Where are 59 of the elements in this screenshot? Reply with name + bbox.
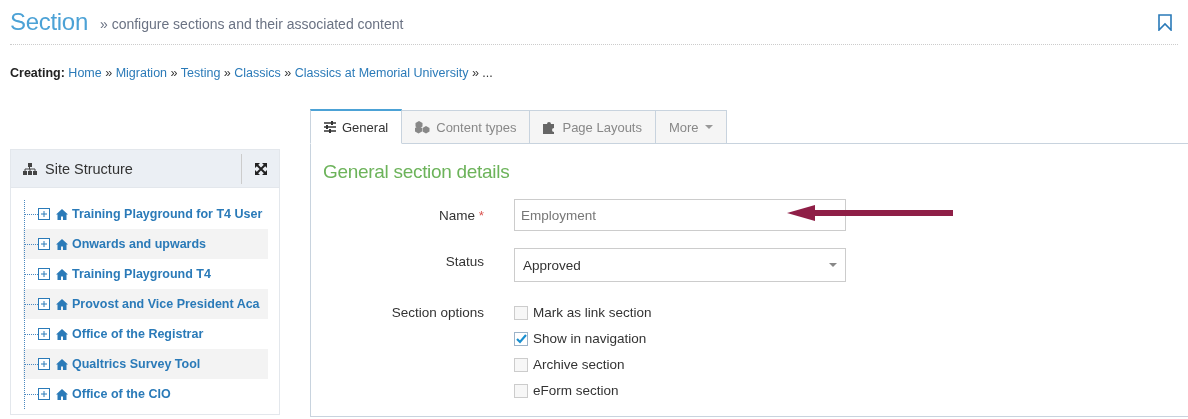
field-label: Name * xyxy=(437,207,485,223)
breadcrumb-ellipsis: ... xyxy=(482,66,493,80)
checkbox-label: Show in navigation xyxy=(533,331,647,346)
tree-item[interactable]: Office of the CIO xyxy=(72,387,171,401)
checkbox[interactable] xyxy=(514,331,528,346)
field-label: Section options xyxy=(390,305,485,320)
breadcrumb-separator: » xyxy=(284,66,292,80)
puzzle-icon xyxy=(543,120,557,134)
breadcrumb-link[interactable]: Classics at Memorial University xyxy=(294,66,469,80)
breadcrumb-separator: » xyxy=(105,66,113,80)
home-icon xyxy=(56,328,68,340)
sliders-icon xyxy=(324,121,336,133)
tree-item[interactable]: Office of the Registrar xyxy=(72,327,204,341)
home-icon xyxy=(56,298,68,310)
tree-item[interactable]: Training Playground T4 xyxy=(72,267,211,281)
bookmark-icon[interactable] xyxy=(1158,13,1172,31)
breadcrumb-separator: » xyxy=(471,66,479,80)
breadcrumb-separator: » xyxy=(223,66,231,80)
checkbox[interactable] xyxy=(514,305,528,320)
page-title: Section xyxy=(10,8,88,36)
tab[interactable]: Content types xyxy=(402,110,531,144)
tab[interactable]: Page Layouts xyxy=(530,110,656,144)
breadcrumb-separator: » xyxy=(170,66,178,80)
section-heading: General section details xyxy=(323,161,511,183)
breadcrumb-link[interactable]: Migration xyxy=(115,66,168,80)
sitemap-icon xyxy=(23,162,37,175)
tab[interactable]: General xyxy=(310,109,403,144)
expand-node-icon[interactable] xyxy=(38,358,50,370)
name-input[interactable]: Employment xyxy=(514,199,846,231)
breadcrumb-label: Creating: xyxy=(10,66,65,80)
tree-item[interactable]: Training Playground for T4 User xyxy=(72,207,263,221)
caret-icon xyxy=(829,263,837,267)
cubes-icon xyxy=(415,120,431,134)
expand-node-icon[interactable] xyxy=(38,208,50,220)
checkbox[interactable] xyxy=(514,383,528,398)
tab[interactable]: More xyxy=(656,110,727,144)
home-icon xyxy=(56,238,68,250)
expand-node-icon[interactable] xyxy=(38,238,50,250)
expand-node-icon[interactable] xyxy=(38,328,50,340)
expand-icon[interactable] xyxy=(254,162,267,175)
home-icon xyxy=(56,208,68,220)
checkbox-label: Archive section xyxy=(533,357,625,372)
breadcrumb-link[interactable]: Classics xyxy=(234,66,281,80)
checkbox-label: Mark as link section xyxy=(533,305,652,320)
breadcrumb-link[interactable]: Home xyxy=(68,66,102,80)
expand-node-icon[interactable] xyxy=(38,388,50,400)
page-subtitle: » configure sections and their associated content xyxy=(99,15,404,32)
breadcrumb-link[interactable]: Testing xyxy=(180,66,221,80)
expand-node-icon[interactable] xyxy=(38,268,50,280)
panel-title: Site Structure xyxy=(45,160,133,177)
caret-icon xyxy=(704,125,713,129)
home-icon xyxy=(56,358,68,370)
checkbox-label: eForm section xyxy=(533,383,619,398)
expand-node-icon[interactable] xyxy=(38,298,50,310)
status-select[interactable]: Approved xyxy=(514,248,846,282)
checkbox[interactable] xyxy=(514,357,528,372)
home-icon xyxy=(56,268,68,280)
field-label: Status xyxy=(444,253,485,269)
home-icon xyxy=(56,388,68,400)
